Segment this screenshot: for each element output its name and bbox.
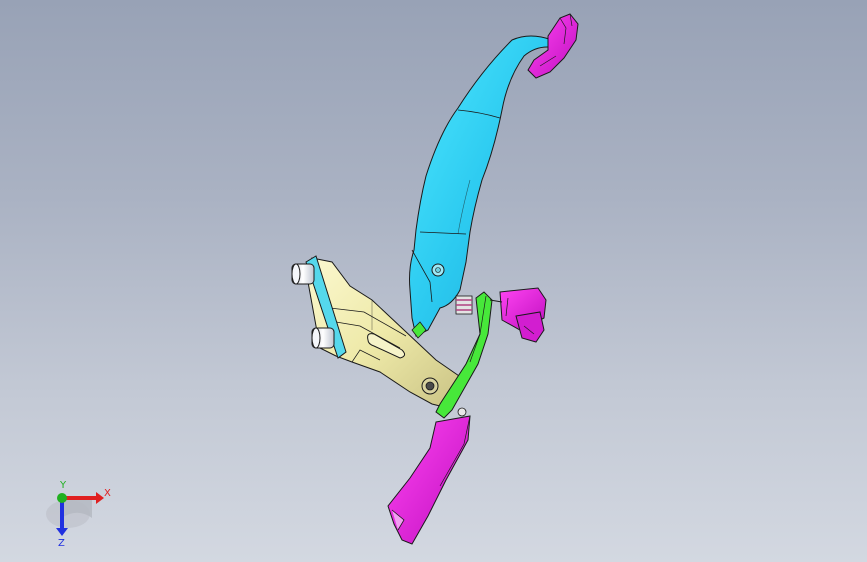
return-spring[interactable]: [455, 295, 473, 315]
coordinate-triad: X Y Z: [44, 478, 124, 548]
y-axis-icon: [57, 493, 67, 503]
y-axis-label: Y: [59, 480, 67, 491]
pedal-assembly-model[interactable]: [0, 0, 867, 562]
sensor-connector[interactable]: [489, 287, 547, 343]
model-viewport[interactable]: X Y Z: [0, 0, 867, 562]
link-pin-icon: [457, 407, 467, 417]
x-axis-label: X: [104, 488, 111, 499]
z-axis-label: Z: [58, 538, 65, 548]
mounting-stud-upper[interactable]: [291, 263, 315, 285]
mounting-stud-lower[interactable]: [311, 327, 335, 349]
pedal-pad[interactable]: [387, 415, 471, 545]
